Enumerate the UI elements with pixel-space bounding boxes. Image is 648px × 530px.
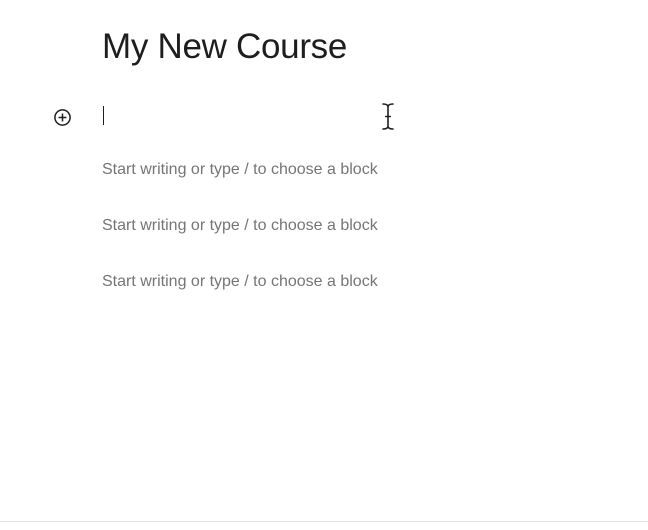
- editor-canvas: My New Course Start writing or type / to…: [0, 0, 648, 530]
- text-caret: [103, 106, 104, 125]
- paragraph-block-placeholder[interactable]: Start writing or type / to choose a bloc…: [102, 270, 542, 294]
- post-title[interactable]: My New Course: [102, 25, 347, 69]
- paragraph-block-placeholder[interactable]: Start writing or type / to choose a bloc…: [102, 158, 542, 182]
- ibeam-cursor-icon: [380, 103, 396, 130]
- paragraph-block-placeholder[interactable]: Start writing or type / to choose a bloc…: [102, 214, 542, 238]
- add-block-button[interactable]: [53, 108, 72, 127]
- plus-circle-icon: [53, 108, 72, 127]
- active-paragraph-block[interactable]: [102, 104, 542, 128]
- bottom-divider: [0, 521, 648, 522]
